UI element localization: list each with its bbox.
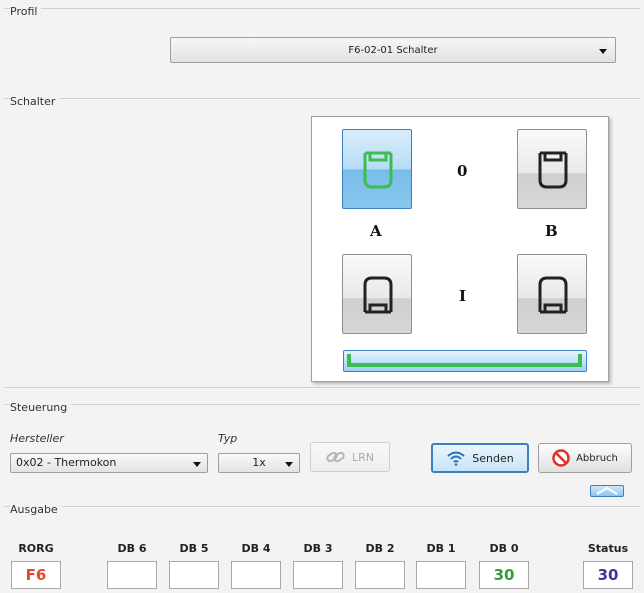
hersteller-value: 0x02 - Thermokon bbox=[16, 456, 117, 469]
schalter-label: Schalter bbox=[10, 95, 60, 108]
ausgabe-value bbox=[416, 561, 466, 589]
wifi-icon bbox=[447, 451, 465, 466]
ausgabe-value bbox=[107, 561, 157, 589]
ausgabe-label: Ausgabe bbox=[10, 503, 62, 516]
rocker-down-icon bbox=[538, 276, 568, 314]
ausgabe-value bbox=[293, 561, 343, 589]
ausgabe-header: DB 5 bbox=[179, 542, 209, 555]
rocker-up-icon bbox=[538, 151, 568, 189]
channel-a-label: A bbox=[370, 222, 382, 240]
senden-label: Senden bbox=[472, 451, 514, 465]
chevron-down-icon bbox=[285, 462, 293, 467]
ausgabe-header: Status bbox=[587, 542, 629, 555]
chevron-down-icon bbox=[599, 49, 607, 54]
steuerung-label: Steuerung bbox=[10, 401, 72, 414]
profil-label: Profil bbox=[10, 5, 42, 18]
switch-state-indicator bbox=[343, 350, 587, 372]
hersteller-dropdown[interactable]: 0x02 - Thermokon bbox=[10, 453, 208, 473]
abbruch-button[interactable]: Abbruch bbox=[538, 443, 632, 473]
typ-dropdown[interactable]: 1x bbox=[218, 453, 300, 473]
hersteller-label: Hersteller bbox=[10, 432, 64, 445]
ausgabe-value bbox=[169, 561, 219, 589]
ausgabe-header: RORG bbox=[18, 542, 54, 555]
rocker-up-icon bbox=[363, 151, 393, 189]
ausgabe-header: DB 4 bbox=[241, 542, 271, 555]
chevron-down-icon bbox=[193, 462, 201, 467]
ausgabe-header: DB 6 bbox=[117, 542, 147, 555]
profile-dropdown[interactable]: F6-02-01 Schalter bbox=[170, 37, 616, 63]
typ-label: Typ bbox=[218, 432, 238, 445]
state-i-label: I bbox=[459, 287, 467, 305]
ausgabe-value: 30 bbox=[583, 561, 633, 589]
profile-dropdown-value: F6-02-01 Schalter bbox=[348, 44, 438, 56]
lrn-label: LRN bbox=[352, 450, 374, 464]
ausgabe-header: DB 1 bbox=[426, 542, 456, 555]
rocker-a-i-button[interactable] bbox=[342, 254, 412, 334]
collapse-button[interactable] bbox=[590, 485, 624, 497]
ausgabe-header: DB 2 bbox=[365, 542, 395, 555]
rocker-a-0-button[interactable] bbox=[342, 129, 412, 209]
rocker-down-icon bbox=[363, 276, 393, 314]
chevron-up-icon bbox=[596, 486, 618, 495]
ausgabe-value bbox=[231, 561, 281, 589]
channel-b-label: B bbox=[545, 222, 558, 240]
typ-value: 1x bbox=[252, 456, 266, 469]
bracket-indicator-icon bbox=[347, 354, 582, 367]
abbruch-label: Abbruch bbox=[576, 452, 618, 464]
ausgabe-value bbox=[355, 561, 405, 589]
link-icon bbox=[326, 451, 345, 463]
state-0-label: 0 bbox=[457, 162, 468, 180]
switch-panel: 0 A B 0 I bbox=[311, 116, 609, 382]
rocker-b-0-button[interactable] bbox=[517, 129, 587, 209]
ausgabe-value: 30 bbox=[479, 561, 529, 589]
rocker-b-i-button[interactable] bbox=[517, 254, 587, 334]
ausgabe-header: DB 3 bbox=[303, 542, 333, 555]
ausgabe-header: DB 0 bbox=[489, 542, 519, 555]
ausgabe-value: F6 bbox=[11, 561, 61, 589]
senden-button[interactable]: Senden bbox=[431, 443, 529, 473]
cancel-icon bbox=[552, 449, 570, 467]
lrn-button[interactable]: LRN bbox=[310, 442, 390, 472]
